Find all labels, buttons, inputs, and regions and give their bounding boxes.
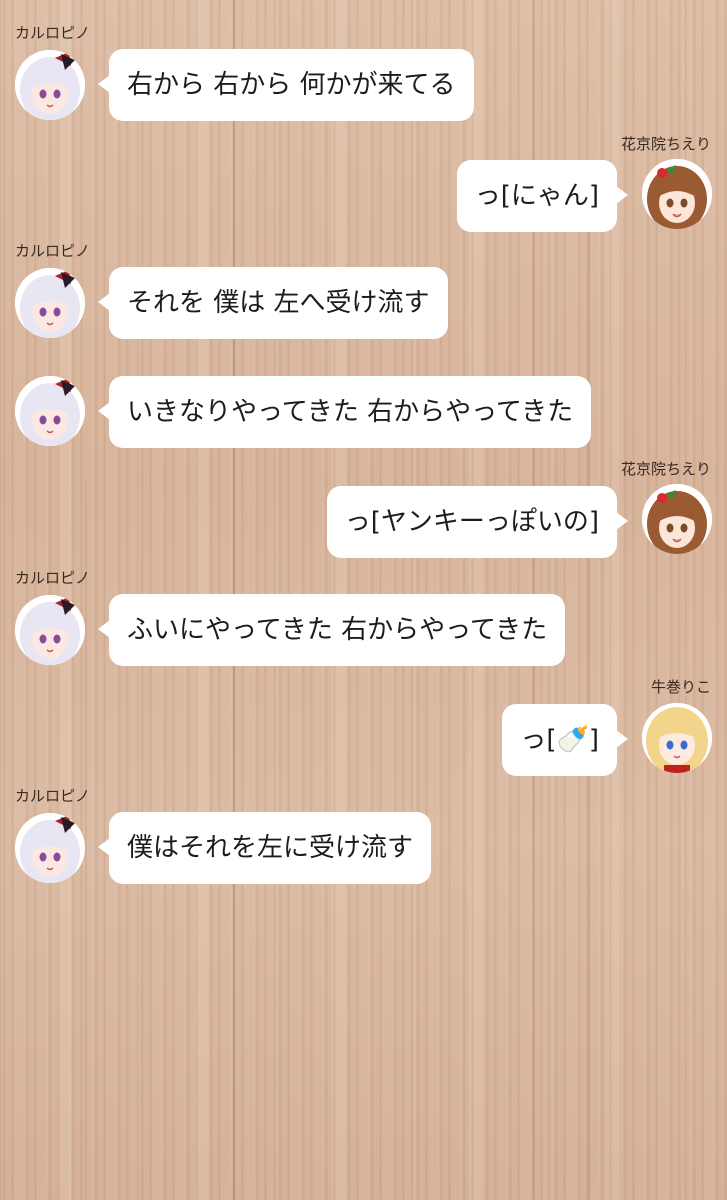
sender-name: カルロピノ [15, 569, 91, 587]
avatar[interactable] [642, 703, 712, 773]
message-bubble[interactable]: 右から 右から 何かが来てる [98, 49, 474, 121]
message-bubble[interactable]: それを 僕は 左へ受け流す [98, 267, 448, 339]
message-bubble[interactable]: ふいにやってきた 右からやってきた [97, 594, 566, 666]
sender-name: 牛巻りこ [650, 678, 711, 696]
wood-grain-line [85, 480, 87, 1200]
avatar[interactable] [15, 376, 85, 446]
sender-name: カルロピノ [15, 242, 91, 260]
avatar[interactable] [642, 484, 712, 554]
message-bubble[interactable]: いきなりやってきた 右からやってきた [97, 376, 592, 448]
message-bubble[interactable]: 僕はそれを左に受け流す [97, 812, 432, 884]
sender-name: 花京院ちえり [620, 460, 711, 478]
message-bubble[interactable]: っ[🍼] [502, 704, 628, 776]
avatar[interactable] [15, 813, 85, 883]
avatar[interactable] [15, 268, 85, 338]
sender-name: 花京院ちえり [620, 135, 711, 153]
avatar[interactable] [15, 50, 85, 120]
sender-name: カルロピノ [15, 24, 91, 42]
message-bubble[interactable]: っ[ヤンキーっぽいの] [326, 486, 629, 558]
message-bubble[interactable]: っ[にゃん] [456, 160, 629, 232]
avatar[interactable] [642, 159, 712, 229]
avatar[interactable] [15, 595, 85, 665]
sender-name: カルロピノ [15, 787, 91, 805]
